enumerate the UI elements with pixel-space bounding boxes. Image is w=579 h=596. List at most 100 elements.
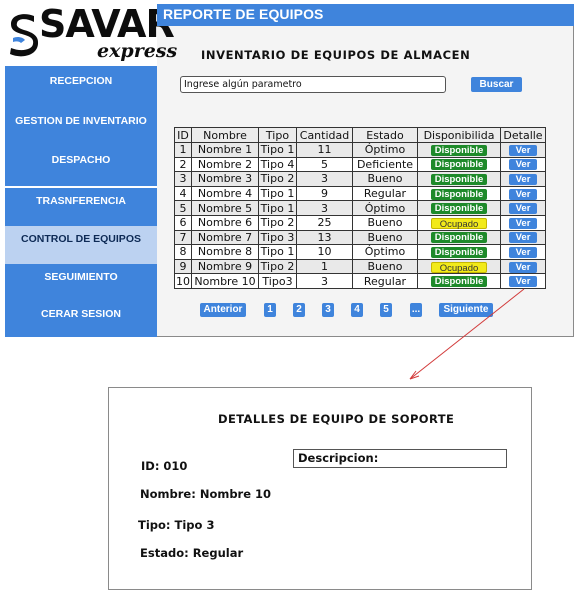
detail-nombre: Nombre: Nombre 10 bbox=[140, 487, 272, 501]
table-row: 8 Nombre 8 Tipo 1 10 Óptimo Disponible Ver bbox=[174, 244, 546, 260]
cell-disponibilidad: Disponible bbox=[417, 185, 501, 202]
ver-detail-button[interactable]: Ver bbox=[509, 159, 537, 171]
cell-id: 6 bbox=[174, 214, 192, 231]
cell-tipo: Tipo 1 bbox=[258, 185, 297, 202]
cell-cantidad: 5 bbox=[296, 156, 353, 173]
pagination-page-3[interactable]: 3 bbox=[322, 303, 334, 317]
column-header-detalle: Detalle bbox=[500, 127, 546, 143]
cell-disponibilidad: Ocupado bbox=[417, 258, 501, 275]
table-row: 10 Nombre 10 Tipo3 3 Regular Disponible Ver bbox=[174, 273, 546, 289]
cell-cantidad: 1 bbox=[296, 258, 353, 275]
sidebar-item-control-equipos[interactable]: CONTROL DE EQUIPOS bbox=[5, 226, 157, 264]
cell-tipo: Tipo 3 bbox=[258, 229, 297, 246]
sidebar-item-label: DESPACHO bbox=[51, 154, 111, 166]
table-row: 7 Nombre 7 Tipo 3 13 Bueno Disponible Ver bbox=[174, 229, 546, 246]
cell-id: 1 bbox=[174, 142, 192, 158]
detail-estado: Estado: Regular bbox=[140, 546, 244, 560]
descripcion-label: Descripcion: bbox=[298, 451, 379, 465]
ver-detail-button[interactable]: Ver bbox=[509, 276, 537, 288]
cell-nombre: Nombre 7 bbox=[191, 229, 259, 246]
pagination-ellipsis[interactable]: ... bbox=[410, 303, 422, 317]
cell-id: 10 bbox=[174, 273, 192, 289]
descripcion-field[interactable]: Descripcion: bbox=[293, 449, 507, 468]
sidebar-item-label: SEGUIMIENTO bbox=[44, 271, 118, 283]
cell-disponibilidad: Disponible bbox=[417, 229, 501, 246]
status-badge: Disponible bbox=[431, 246, 487, 258]
cell-estado: Óptimo bbox=[352, 142, 418, 158]
ver-detail-button[interactable]: Ver bbox=[509, 217, 537, 229]
cell-estado: Regular bbox=[352, 273, 418, 289]
pagination-prev-button[interactable]: Anterior bbox=[200, 303, 246, 317]
column-header-id: ID bbox=[174, 127, 192, 143]
ver-detail-button[interactable]: Ver bbox=[509, 203, 537, 215]
cell-id: 5 bbox=[174, 200, 192, 216]
cell-nombre: Nombre 9 bbox=[191, 258, 259, 275]
sidebar-item-trasnferencia[interactable]: TRASNFERENCIA bbox=[5, 188, 157, 226]
sidebar-item-label: TRASNFERENCIA bbox=[36, 195, 126, 207]
cell-tipo: Tipo3 bbox=[258, 273, 297, 289]
cell-tipo: Tipo 1 bbox=[258, 142, 297, 158]
ver-detail-button[interactable]: Ver bbox=[509, 188, 537, 200]
sidebar-item-seguimiento[interactable]: SEGUIMIENTO bbox=[5, 264, 157, 302]
cell-cantidad: 3 bbox=[296, 273, 353, 289]
pagination-page-5[interactable]: 5 bbox=[380, 303, 392, 317]
cell-detalle: Ver bbox=[500, 229, 546, 246]
cell-disponibilidad: Disponible bbox=[417, 273, 501, 289]
status-badge: Ocupado bbox=[431, 217, 487, 230]
cell-tipo: Tipo 2 bbox=[258, 258, 297, 275]
sidebar-item-gestion-inventario[interactable]: GESTION DE INVENTARIO bbox=[5, 108, 157, 146]
detail-title: DETALLES DE EQUIPO DE SOPORTE bbox=[218, 412, 455, 426]
ver-detail-button[interactable]: Ver bbox=[509, 144, 537, 156]
ver-detail-button[interactable]: Ver bbox=[509, 261, 537, 273]
ver-detail-button[interactable]: Ver bbox=[509, 173, 537, 185]
sidebar-item-despacho[interactable]: DESPACHO bbox=[5, 146, 157, 186]
column-header-tipo: Tipo bbox=[258, 127, 297, 143]
detail-tipo: Tipo: Tipo 3 bbox=[138, 518, 215, 532]
column-header-disponibilidad: Disponibilida bbox=[417, 127, 501, 143]
cell-id: 3 bbox=[174, 171, 192, 187]
sidebar-item-label: CONTROL DE EQUIPOS bbox=[21, 233, 141, 245]
cell-tipo: Tipo 4 bbox=[258, 156, 297, 173]
cell-cantidad: 3 bbox=[296, 171, 353, 187]
cell-estado: Óptimo bbox=[352, 244, 418, 260]
cell-tipo: Tipo 1 bbox=[258, 244, 297, 260]
pagination-page-1[interactable]: 1 bbox=[264, 303, 276, 317]
pagination-page-2[interactable]: 2 bbox=[293, 303, 305, 317]
cell-disponibilidad: Ocupado bbox=[417, 214, 501, 231]
cell-id: 8 bbox=[174, 244, 192, 260]
column-header-cantidad: Cantidad bbox=[296, 127, 353, 143]
cell-detalle: Ver bbox=[500, 258, 546, 275]
table-row: 1 Nombre 1 Tipo 1 11 Óptimo Disponible Ver bbox=[174, 142, 546, 158]
pagination-next-button[interactable]: Siguiente bbox=[439, 303, 493, 317]
ver-detail-button[interactable]: Ver bbox=[509, 246, 537, 258]
pagination-page-4[interactable]: 4 bbox=[351, 303, 363, 317]
cell-id: 9 bbox=[174, 258, 192, 275]
table-row: 5 Nombre 5 Tipo 1 3 Óptimo Disponible Ver bbox=[174, 200, 546, 216]
status-badge: Disponible bbox=[431, 159, 487, 171]
cell-nombre: Nombre 2 bbox=[191, 156, 259, 173]
cell-nombre: Nombre 8 bbox=[191, 244, 259, 260]
sidebar-item-cerrar-sesion[interactable]: CERAR SESION bbox=[5, 302, 157, 337]
cell-nombre: Nombre 3 bbox=[191, 171, 259, 187]
table-row: 9 Nombre 9 Tipo 2 1 Bueno Ocupado Ver bbox=[174, 258, 546, 275]
sidebar-item-recepcion[interactable]: RECEPCION bbox=[5, 66, 157, 108]
cell-cantidad: 10 bbox=[296, 244, 353, 260]
cell-cantidad: 25 bbox=[296, 214, 353, 231]
ver-detail-button[interactable]: Ver bbox=[509, 232, 537, 244]
status-badge: Disponible bbox=[431, 144, 487, 156]
table-header-row: ID Nombre Tipo Cantidad Estado Disponibi… bbox=[174, 127, 546, 143]
cell-cantidad: 9 bbox=[296, 185, 353, 202]
detail-id: ID: 010 bbox=[141, 459, 188, 473]
cell-disponibilidad: Disponible bbox=[417, 156, 501, 173]
table-row: 6 Nombre 6 Tipo 2 25 Bueno Ocupado Ver bbox=[174, 214, 546, 231]
cell-id: 2 bbox=[174, 156, 192, 173]
cell-cantidad: 11 bbox=[296, 142, 353, 158]
search-button[interactable]: Buscar bbox=[471, 77, 522, 92]
cell-disponibilidad: Disponible bbox=[417, 142, 501, 158]
cell-detalle: Ver bbox=[500, 200, 546, 216]
cell-cantidad: 13 bbox=[296, 229, 353, 246]
search-input[interactable] bbox=[180, 76, 446, 93]
table-row: 4 Nombre 4 Tipo 1 9 Regular Disponible Ver bbox=[174, 185, 546, 202]
cell-estado: Bueno bbox=[352, 258, 418, 275]
cell-disponibilidad: Disponible bbox=[417, 171, 501, 187]
